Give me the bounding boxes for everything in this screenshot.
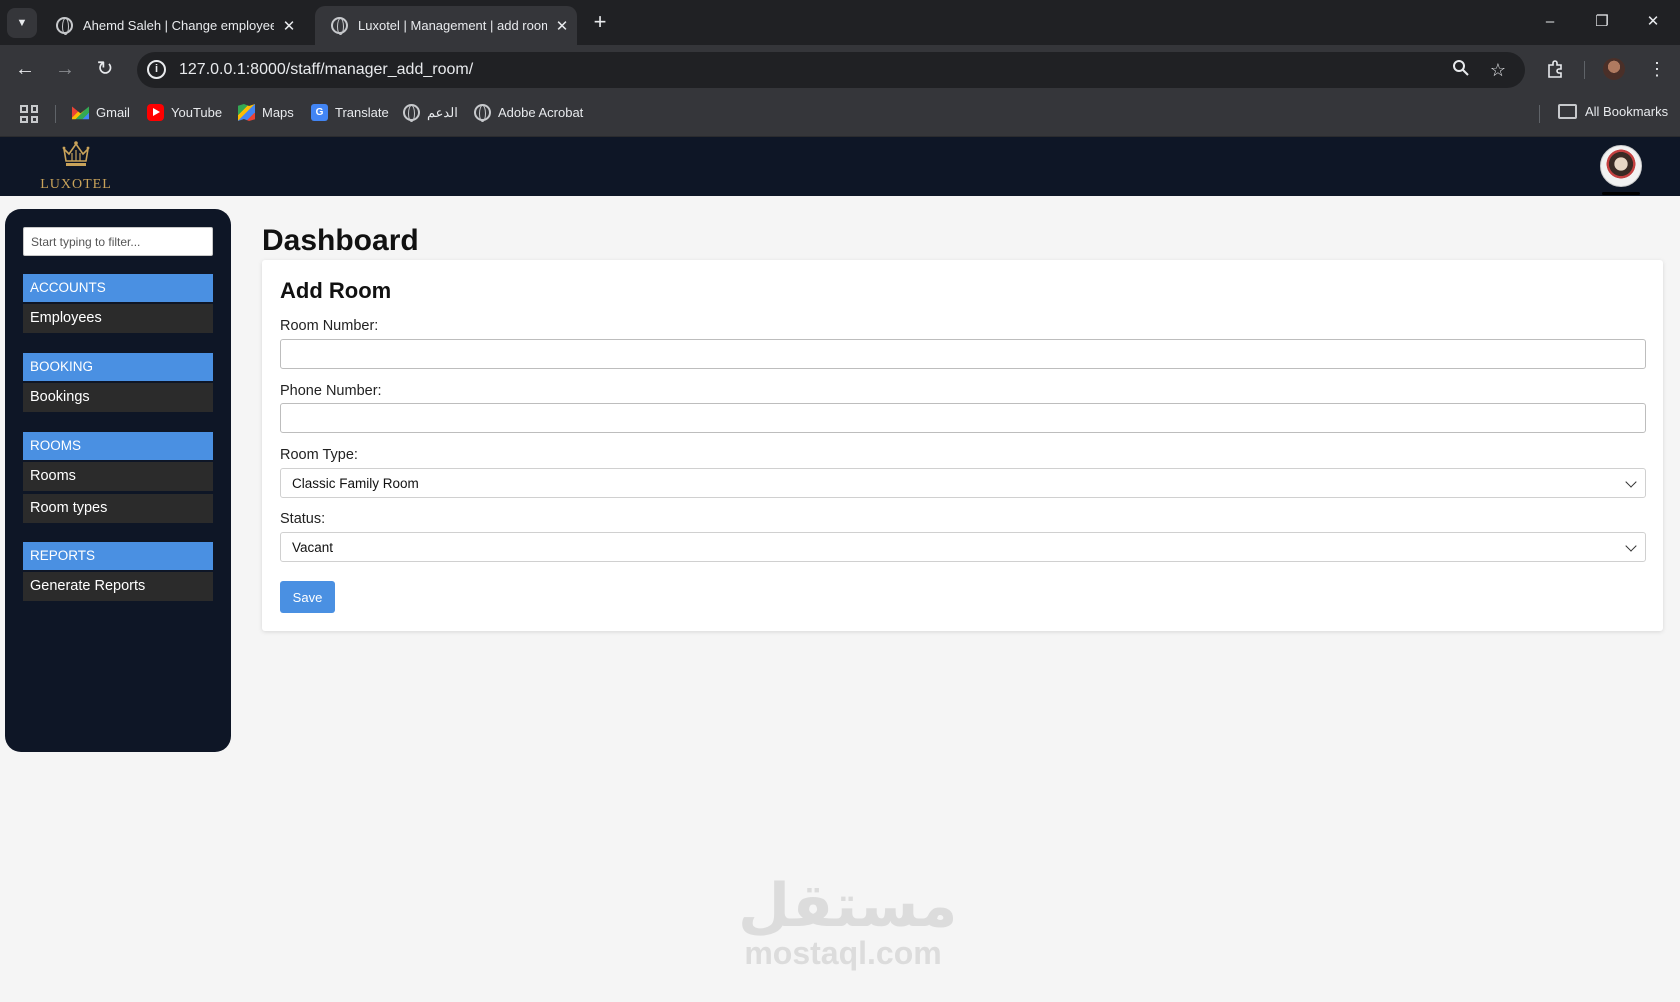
bookmark-label: Gmail xyxy=(96,105,130,120)
globe-icon xyxy=(403,104,420,122)
zoom-icon[interactable] xyxy=(1450,59,1472,81)
sidebar-item-room-types[interactable]: Room types xyxy=(23,494,213,523)
sidebar-section-rooms[interactable]: ROOMS xyxy=(23,432,213,460)
browser-toolbar: ← → ↻ i 127.0.0.1:8000/staff/manager_add… xyxy=(0,45,1680,91)
bookmarks-divider xyxy=(55,105,56,123)
forward-arrow-icon[interactable]: → xyxy=(50,54,80,84)
maps-icon xyxy=(238,104,255,121)
luxotel-logo[interactable]: LUXOTEL xyxy=(36,139,116,193)
tab-search-button[interactable]: ▼ xyxy=(7,8,37,38)
form-title: Add Room xyxy=(280,278,392,303)
logo-text: LUXOTEL xyxy=(40,177,112,192)
bookmark-youtube[interactable]: YouTube xyxy=(147,104,222,121)
bookmark-adobe-acrobat[interactable]: Adobe Acrobat xyxy=(474,104,584,122)
page-title: Dashboard xyxy=(262,224,419,257)
all-bookmarks-label: All Bookmarks xyxy=(1585,104,1669,119)
all-bookmarks-button[interactable]: All Bookmarks xyxy=(1558,104,1668,119)
watermark-arabic-text: مستقل xyxy=(738,871,958,941)
close-icon[interactable]: ✕ xyxy=(274,17,304,35)
avatar-underline xyxy=(1602,192,1640,195)
tab-title: Luxotel | Management | add room xyxy=(358,18,547,33)
mostaql-watermark: مستقل mostaql.com xyxy=(738,871,958,971)
bookmark-label: الدعم xyxy=(427,104,458,120)
bookmark-label: YouTube xyxy=(171,105,223,120)
bookmark-label: Maps xyxy=(262,105,294,120)
bookmark-support[interactable]: الدعم xyxy=(403,104,458,122)
status-selected: Vacant xyxy=(292,540,334,555)
room-type-selected: Classic Family Room xyxy=(292,476,419,491)
sidebar-section-accounts[interactable]: ACCOUNTS xyxy=(23,274,213,302)
bookmark-label: Adobe Acrobat xyxy=(498,105,584,120)
add-room-form-card: Add Room Room Number: Phone Number: Room… xyxy=(262,260,1663,631)
menu-kebab-icon[interactable]: ⋮ xyxy=(1642,54,1672,84)
address-bar[interactable]: i 127.0.0.1:8000/staff/manager_add_room/… xyxy=(137,52,1525,88)
room-number-label: Room Number: xyxy=(280,318,379,334)
extensions-icon[interactable] xyxy=(1540,54,1570,84)
folder-icon xyxy=(1558,104,1577,119)
browser-tab-bar: ▼ Ahemd Saleh | Change employee | ... ✕ … xyxy=(0,0,1680,45)
site-info-icon[interactable]: i xyxy=(147,60,166,79)
app-header: LUXOTEL xyxy=(0,137,1680,196)
sidebar-filter-input[interactable] xyxy=(23,227,213,256)
chevron-down-icon xyxy=(1625,476,1637,488)
sidebar-item-rooms[interactable]: Rooms xyxy=(23,462,213,491)
url-text[interactable]: 127.0.0.1:8000/staff/manager_add_room/ xyxy=(179,61,473,79)
chevron-down-icon xyxy=(1625,540,1637,552)
bookmark-translate[interactable]: G Translate xyxy=(311,104,389,121)
save-button[interactable]: Save xyxy=(280,581,335,613)
crown-icon xyxy=(62,141,90,166)
sidebar-section-booking[interactable]: BOOKING xyxy=(23,353,213,381)
tab-title: Ahemd Saleh | Change employee | ... xyxy=(83,18,274,33)
youtube-icon xyxy=(147,104,164,121)
apps-grid-icon[interactable] xyxy=(20,105,38,123)
bookmark-label: Translate xyxy=(335,105,389,120)
browser-tab-change-employee[interactable]: Ahemd Saleh | Change employee | ... ✕ xyxy=(40,6,304,45)
back-arrow-icon[interactable]: ← xyxy=(10,54,40,84)
status-label: Status: xyxy=(280,511,326,527)
sidebar-section-reports[interactable]: REPORTS xyxy=(23,542,213,570)
new-tab-button[interactable]: + xyxy=(588,10,612,34)
close-icon[interactable]: ✕ xyxy=(547,17,577,35)
phone-number-input[interactable] xyxy=(280,403,1646,433)
phone-number-label: Phone Number: xyxy=(280,383,382,399)
globe-icon xyxy=(331,17,348,35)
window-close-icon[interactable]: ✕ xyxy=(1638,8,1668,36)
room-number-input[interactable] xyxy=(280,339,1646,369)
reload-icon[interactable]: ↻ xyxy=(90,54,120,84)
bookmark-maps[interactable]: Maps xyxy=(238,104,294,121)
watermark-latin-text: mostaql.com xyxy=(744,935,942,971)
browser-tab-add-room[interactable]: Luxotel | Management | add room ✕ xyxy=(315,6,577,45)
status-select[interactable]: Vacant xyxy=(280,532,1646,562)
bookmarks-divider xyxy=(1539,105,1540,123)
profile-avatar-icon[interactable] xyxy=(1603,58,1625,80)
sidebar-item-bookings[interactable]: Bookings xyxy=(23,383,213,412)
sidebar-item-employees[interactable]: Employees xyxy=(23,304,213,333)
gmail-icon xyxy=(72,106,89,120)
user-avatar[interactable] xyxy=(1600,145,1642,187)
toolbar-divider xyxy=(1584,61,1585,79)
globe-icon xyxy=(474,104,491,122)
room-type-label: Room Type: xyxy=(280,447,358,463)
room-type-select[interactable]: Classic Family Room xyxy=(280,468,1646,498)
bookmark-star-icon[interactable]: ☆ xyxy=(1487,59,1509,81)
minimize-icon[interactable]: – xyxy=(1535,8,1565,36)
bookmark-gmail[interactable]: Gmail xyxy=(72,104,130,121)
globe-icon xyxy=(56,17,73,35)
restore-icon[interactable]: ❐ xyxy=(1587,8,1617,36)
translate-icon: G xyxy=(311,104,328,121)
bookmarks-bar: Gmail YouTube Maps G Translate الدعم Ado… xyxy=(0,91,1680,137)
sidebar-item-generate-reports[interactable]: Generate Reports xyxy=(23,572,213,601)
sidebar: ACCOUNTS Employees BOOKING Bookings ROOM… xyxy=(5,209,231,752)
